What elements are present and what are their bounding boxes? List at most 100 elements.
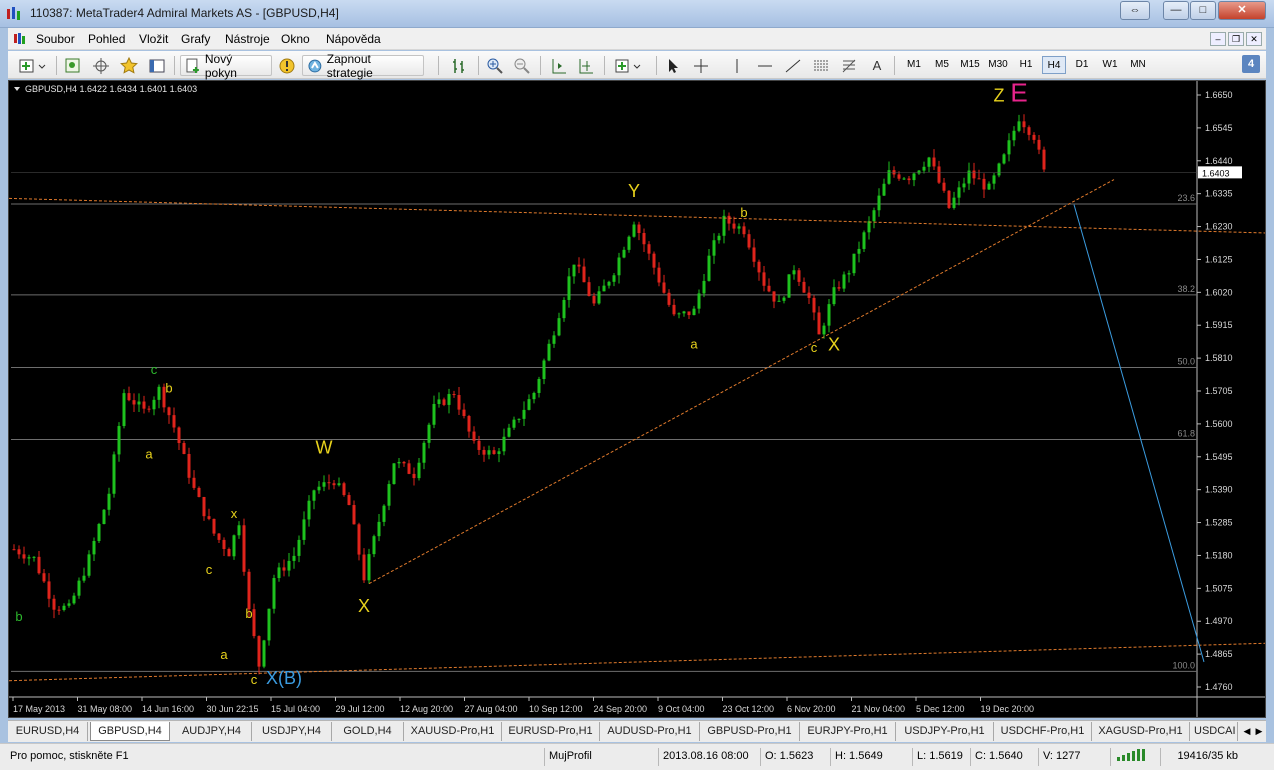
candle-body [342,483,346,496]
candle-body [587,282,591,296]
timeframe-h1[interactable]: H1 [1014,56,1038,74]
tab-usdjpy-pro-h1[interactable]: USDJPY-Pro,H1 [896,722,994,741]
trendline-button[interactable] [782,55,804,76]
wave-label: b [740,205,747,220]
cursor-button[interactable] [662,55,684,76]
vertical-line-button[interactable] [726,55,748,76]
strategy-icon [308,59,322,72]
wave-label: a [690,337,698,352]
candle-body [682,311,686,314]
vertical-line-icon [736,58,738,73]
status-high: H: 1.5649 [830,748,898,766]
fibonacci-button[interactable] [838,55,860,76]
menu-napoveda[interactable]: Nápověda [326,32,381,46]
crosshair-move-button[interactable] [90,55,112,76]
timeframe-m5[interactable]: M5 [930,56,954,74]
tab-xauusd-pro-h1[interactable]: XAUUSD-Pro,H1 [404,722,502,741]
menu-bar: Soubor Pohled Vložit Grafy Nástroje Okno… [8,28,1266,50]
candle-body [132,400,136,405]
chart-window-icon[interactable] [13,32,27,46]
candle-body [247,571,251,610]
tab-audjpy-h4[interactable]: AUDJPY,H4 [172,722,252,741]
profiles-button[interactable] [62,55,84,76]
status-profile[interactable]: MujProfil [544,748,656,766]
timeframe-h4[interactable]: H4 [1042,56,1066,74]
navigator-button[interactable] [146,55,168,76]
minimize-button[interactable]: — [1163,1,1189,20]
menu-nastroje[interactable]: Nástroje [225,32,270,46]
timeframe-m15[interactable]: M15 [958,56,982,74]
autoscroll-button[interactable] [575,55,597,76]
tab-xagusd-pro-h1[interactable]: XAGUSD-Pro,H1 [1092,722,1190,741]
resize-button[interactable]: ⇔ [1120,1,1150,20]
crosshair-button[interactable] [690,55,712,76]
candle-body [987,183,991,190]
x-tick-label: 10 Sep 12:00 [529,704,583,714]
candle-body [192,477,196,488]
indicators-button[interactable] [612,55,646,76]
menu-okno[interactable]: Okno [281,32,310,46]
notification-badge[interactable]: 4 [1242,55,1260,73]
tab-usdcad-truncated[interactable]: USDCAI [1190,722,1238,741]
candle-body [852,253,856,274]
zoom-in-button[interactable] [484,55,506,76]
menu-pohled[interactable]: Pohled [88,32,125,46]
toggle-strategies-button[interactable]: Zapnout strategie [302,52,424,80]
candle-body [442,399,446,405]
text-button[interactable]: A [866,55,888,76]
menu-soubor[interactable]: Soubor [36,32,75,46]
favorites-button[interactable] [118,55,140,76]
chart-window[interactable]: 23.6 38.2 50.0 61.8 100.0 1.6403 1.6650 1.6545 1… [8,77,1274,718]
new-order-button[interactable]: Nový pokyn [180,52,272,80]
candle-body [1037,139,1041,150]
tabs-scroll-right-icon[interactable]: ▶ [1252,723,1266,739]
tab-gbpusd-h4[interactable]: GBPUSD,H4 [90,722,170,741]
maximize-button[interactable]: □ [1190,1,1216,20]
timeframe-w1[interactable]: W1 [1098,56,1122,74]
menu-grafy[interactable]: Grafy [181,32,210,46]
x-tick-label: 17 May 2013 [13,704,65,714]
menu-vlozit[interactable]: Vložit [139,32,168,46]
timeframe-mn[interactable]: MN [1126,56,1150,74]
bar-chart-button[interactable] [448,55,470,76]
tab-eurusd-pro-h1[interactable]: EURUSD-Pro,H1 [502,722,600,741]
candle-body [557,318,561,336]
price-chart[interactable]: 23.6 38.2 50.0 61.8 100.0 1.6403 1.6650 1.6545 1… [8,77,1274,717]
tab-usdjpy-h4[interactable]: USDJPY,H4 [252,722,332,741]
mdi-close-button[interactable]: ✕ [1246,32,1262,46]
timeframe-m30[interactable]: M30 [986,56,1010,74]
mdi-restore-button[interactable]: ❐ [1228,32,1244,46]
tab-eurjpy-pro-h1[interactable]: EURJPY-Pro,H1 [800,722,896,741]
zoom-out-button[interactable] [511,55,533,76]
tab-gbpusd-pro-h1[interactable]: GBPUSD-Pro,H1 [700,722,800,741]
candle-body [417,462,421,479]
status-traffic: 19416/35 kb [1160,748,1242,766]
candle-body [242,525,246,572]
candle-body [387,484,391,506]
candle-body [932,157,936,167]
tab-gold-h4[interactable]: GOLD,H4 [332,722,404,741]
candle-body [787,274,791,298]
mdi-minimize-button[interactable]: – [1210,32,1226,46]
alert-button[interactable] [276,55,298,76]
channel-button[interactable] [810,55,832,76]
text-tool-label: A [872,58,882,73]
candle-body [292,555,296,561]
timeframe-m1[interactable]: M1 [902,56,926,74]
x-tick-label: 19 Dec 20:00 [981,704,1035,714]
candle-body [457,395,461,410]
close-button[interactable]: ✕ [1218,1,1266,20]
tab-eurusd-h4[interactable]: EURUSD,H4 [8,722,88,741]
candle-body [487,450,491,455]
timeframe-d1[interactable]: D1 [1070,56,1094,74]
candle-body [152,399,156,410]
chart-shift-button[interactable] [548,55,570,76]
candle-body [42,573,46,582]
crosshair-icon [694,58,708,73]
new-chart-button[interactable] [16,55,50,76]
fib-level-label: 38.2 [1177,284,1195,294]
tab-audusd-pro-h1[interactable]: AUDUSD-Pro,H1 [600,722,700,741]
connection-bars-icon [1110,748,1160,766]
horizontal-line-button[interactable] [754,55,776,76]
tab-usdchf-pro-h1[interactable]: USDCHF-Pro,H1 [994,722,1092,741]
